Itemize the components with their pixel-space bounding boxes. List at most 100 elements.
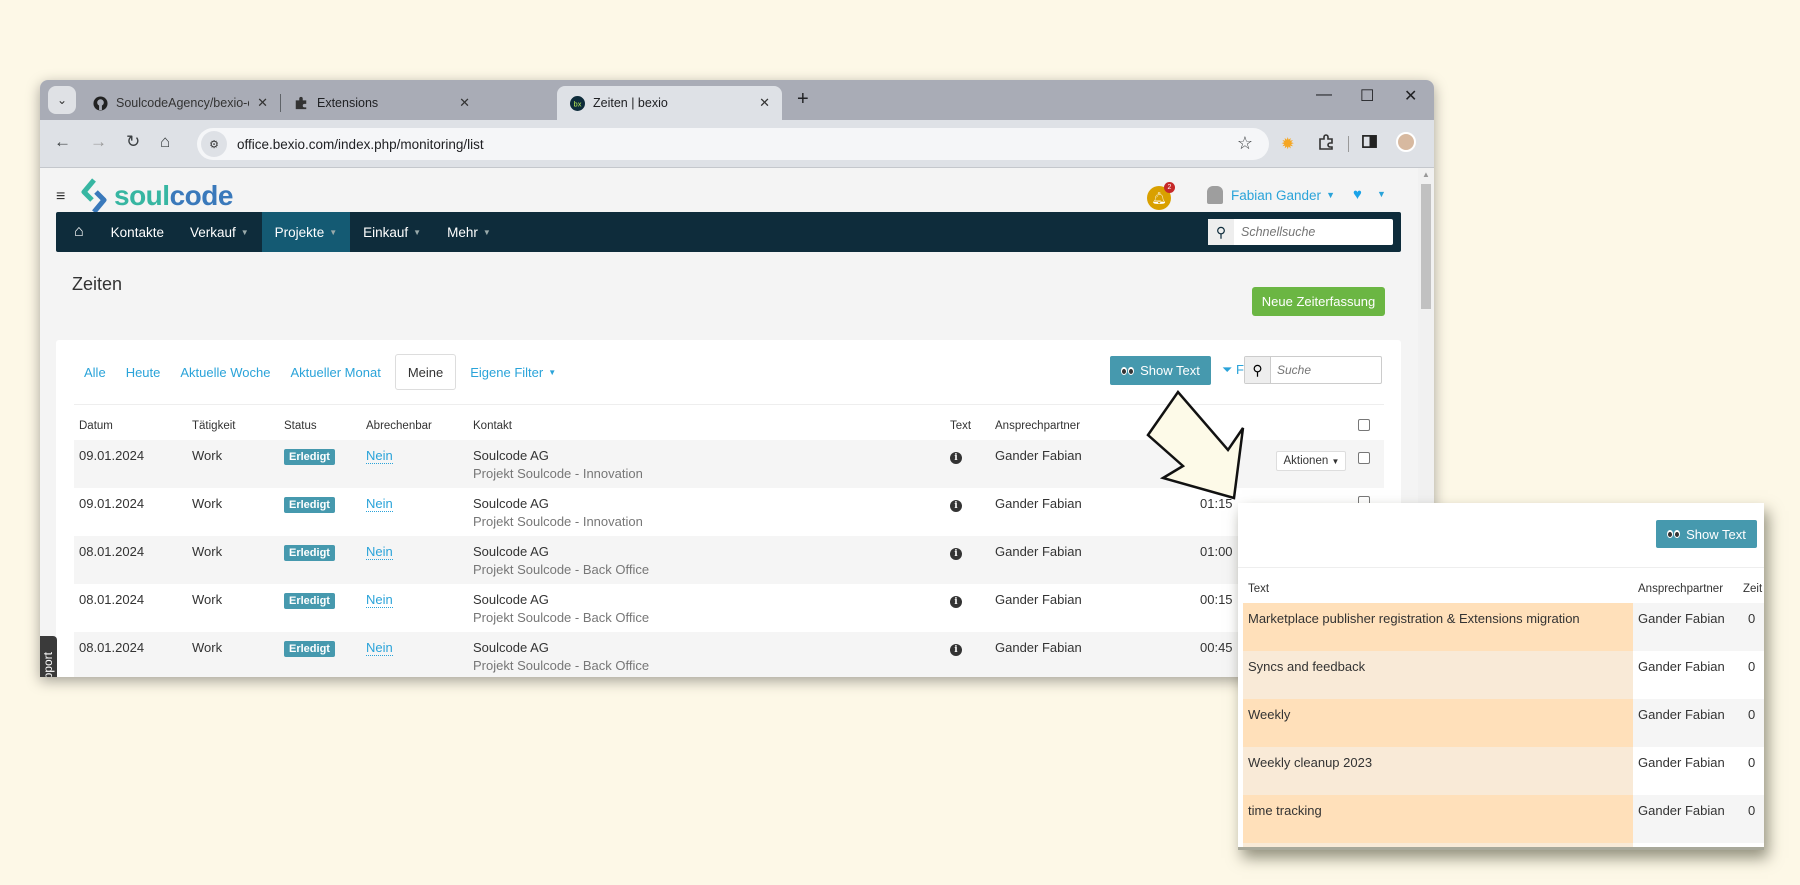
home-icon[interactable]: ⌂ bbox=[160, 132, 170, 152]
new-tab-button[interactable]: + bbox=[797, 88, 809, 111]
table-row[interactable]: 08.01.2024 Work Erledigt Nein Soulcode AG Pro… bbox=[74, 632, 1384, 677]
soulcode-logo[interactable]: soulcode bbox=[78, 176, 233, 216]
nav-home[interactable]: ⌂ bbox=[56, 212, 98, 252]
table-row[interactable]: Marketplace publisher registration & Ext… bbox=[1243, 603, 1764, 651]
time-cell: 0 bbox=[1738, 795, 1764, 843]
status-badge: Erledigt bbox=[284, 641, 335, 657]
col-datum[interactable]: Datum bbox=[74, 412, 187, 440]
heart-icon[interactable]: ♥ bbox=[1353, 186, 1362, 203]
back-icon[interactable]: ← bbox=[54, 132, 71, 152]
col-kontakt[interactable]: Kontakt bbox=[468, 412, 945, 440]
filter-aktuelle-woche[interactable]: Aktuelle Woche bbox=[170, 354, 280, 390]
contact-name: Soulcode AG bbox=[473, 544, 549, 559]
maximize-button[interactable]: ☐ bbox=[1360, 86, 1374, 106]
billable-link[interactable]: Nein bbox=[366, 640, 393, 656]
bookmark-star-icon[interactable]: ☆ bbox=[1237, 133, 1253, 154]
info-icon[interactable]: i bbox=[950, 548, 962, 560]
reload-icon[interactable]: ↻ bbox=[126, 132, 140, 152]
text-cell: i bbox=[945, 488, 990, 536]
nav-mehr[interactable]: Mehr ▼ bbox=[434, 212, 504, 252]
person-cell: Gander Fabian bbox=[1633, 603, 1738, 651]
table-row[interactable]: 08.01.2024 Work Erledigt Nein Soulcode AG Pro… bbox=[74, 536, 1384, 584]
table-row[interactable]: 08.01.2024 Work Erledigt Nein Soulcode AG Pro… bbox=[74, 584, 1384, 632]
extensions-puzzle-icon[interactable] bbox=[1318, 134, 1334, 155]
billable-link[interactable]: Nein bbox=[366, 592, 393, 608]
nav-verkauf[interactable]: Verkauf ▼ bbox=[177, 212, 262, 252]
hamburger-menu-icon[interactable]: ≡ bbox=[56, 188, 65, 206]
quick-search-input[interactable] bbox=[1234, 225, 1384, 239]
col-taetigkeit[interactable]: Tätigkeit bbox=[187, 412, 279, 440]
search-icon[interactable]: ⚲ bbox=[1208, 219, 1234, 245]
page-title: Zeiten bbox=[72, 274, 123, 294]
scroll-up-icon[interactable]: ▲ bbox=[1422, 170, 1430, 179]
table-row[interactable]: time tracking Gander Fabian 0 bbox=[1243, 795, 1764, 843]
site-info-icon[interactable]: ⚙ bbox=[201, 131, 227, 157]
col-zeit[interactable]: Zeit bbox=[1738, 575, 1764, 603]
info-icon[interactable]: i bbox=[950, 452, 962, 464]
col-text[interactable]: Text bbox=[1243, 575, 1633, 603]
table-row[interactable]: Sync / Call with ...Gander Fabian0 bbox=[1243, 843, 1764, 847]
info-icon[interactable]: i bbox=[950, 500, 962, 512]
col-ansprechpartner[interactable]: Ansprechpartner bbox=[990, 412, 1150, 440]
billable-link[interactable]: Nein bbox=[366, 496, 393, 512]
tab-extensions[interactable]: Extensions ✕ bbox=[281, 86, 482, 120]
col-abrechenbar[interactable]: Abrechenbar bbox=[361, 412, 468, 440]
show-text-label: Show Text bbox=[1140, 363, 1200, 378]
filter-aktueller-monat[interactable]: Aktueller Monat bbox=[280, 354, 390, 390]
side-panel-icon[interactable] bbox=[1362, 134, 1377, 154]
nav-kontakte[interactable]: Kontakte bbox=[98, 212, 177, 252]
scrollbar-thumb[interactable] bbox=[1421, 184, 1431, 309]
user-menu[interactable]: Fabian Gander ▼ bbox=[1207, 186, 1335, 204]
table-row[interactable]: Weekly Gander Fabian 0 bbox=[1243, 699, 1764, 747]
time-cell: 0 bbox=[1738, 843, 1764, 847]
filter-eigene[interactable]: Eigene Filter ▼ bbox=[460, 354, 566, 390]
main-navigation: ⌂ Kontakte Verkauf ▼ Projekte ▼ Einkauf ▼ M… bbox=[56, 212, 1401, 252]
filter-meine[interactable]: Meine bbox=[394, 354, 457, 390]
table-row[interactable]: Weekly cleanup 2023 Gander Fabian 0 bbox=[1243, 747, 1764, 795]
select-all-checkbox[interactable] bbox=[1358, 418, 1370, 431]
info-icon[interactable]: i bbox=[950, 644, 962, 656]
info-icon[interactable]: i bbox=[950, 596, 962, 608]
col-status[interactable]: Status bbox=[279, 412, 361, 440]
text-cell: i bbox=[945, 584, 990, 632]
person-cell: Gander Fabian bbox=[1633, 699, 1738, 747]
close-tab-icon[interactable]: ✕ bbox=[759, 95, 770, 111]
tab-zeiten-bexio[interactable]: bx Zeiten | bexio ✕ bbox=[557, 86, 782, 120]
billable-link[interactable]: Nein bbox=[366, 544, 393, 560]
minimize-button[interactable]: — bbox=[1316, 86, 1332, 104]
tab-search-button[interactable]: ⌄ bbox=[48, 86, 76, 114]
forward-icon[interactable]: → bbox=[90, 132, 107, 152]
logo-text: soulcode bbox=[114, 180, 233, 211]
billable-link[interactable]: Nein bbox=[366, 448, 393, 464]
address-bar[interactable]: ⚙ office.bexio.com/index.php/monitoring/… bbox=[197, 128, 1269, 160]
table-row[interactable]: Syncs and feedback Gander Fabian 0 bbox=[1243, 651, 1764, 699]
filter-alle[interactable]: Alle bbox=[74, 354, 116, 390]
nav-label: Kontakte bbox=[110, 224, 164, 240]
col-text[interactable]: Text bbox=[945, 412, 990, 440]
time-cell: 0 bbox=[1738, 699, 1764, 747]
tab-title: Zeiten | bexio bbox=[593, 96, 668, 110]
support-tab[interactable]: Support bbox=[40, 636, 57, 677]
actions-dropdown[interactable]: Aktionen ▼ bbox=[1276, 451, 1347, 471]
close-tab-icon[interactable]: ✕ bbox=[257, 95, 268, 111]
notification-badge: 2 bbox=[1164, 182, 1175, 193]
close-window-button[interactable]: ✕ bbox=[1404, 86, 1417, 106]
search-input[interactable] bbox=[1271, 363, 1371, 377]
url-text[interactable]: office.bexio.com/index.php/monitoring/li… bbox=[237, 137, 484, 152]
nav-einkauf[interactable]: Einkauf ▼ bbox=[350, 212, 434, 252]
profile-avatar[interactable] bbox=[1396, 132, 1416, 152]
extension-sun-icon[interactable]: ✹ bbox=[1281, 134, 1294, 154]
notifications-bell-icon[interactable]: 🔔︎ 2 bbox=[1147, 182, 1175, 210]
browser-menu-icon[interactable]: ⋮ bbox=[1430, 134, 1434, 154]
caret-down-icon[interactable]: ▼ bbox=[1377, 189, 1386, 199]
tab-github[interactable]: SoulcodeAgency/bexio-chrome ✕ bbox=[80, 86, 280, 120]
nav-projekte[interactable]: Projekte ▼ bbox=[261, 212, 351, 252]
text-column-table: Text Ansprechpartner Zeit Marketplace pu… bbox=[1243, 575, 1764, 847]
search-icon[interactable]: ⚲ bbox=[1245, 357, 1271, 383]
close-tab-icon[interactable]: ✕ bbox=[459, 95, 470, 111]
show-text-button-zoomed[interactable]: Show Text bbox=[1656, 520, 1757, 548]
filter-heute[interactable]: Heute bbox=[116, 354, 171, 390]
new-time-entry-button[interactable]: Neue Zeiterfassung bbox=[1252, 287, 1385, 316]
row-checkbox[interactable] bbox=[1358, 452, 1370, 464]
col-ansprechpartner[interactable]: Ansprechpartner bbox=[1633, 575, 1738, 603]
